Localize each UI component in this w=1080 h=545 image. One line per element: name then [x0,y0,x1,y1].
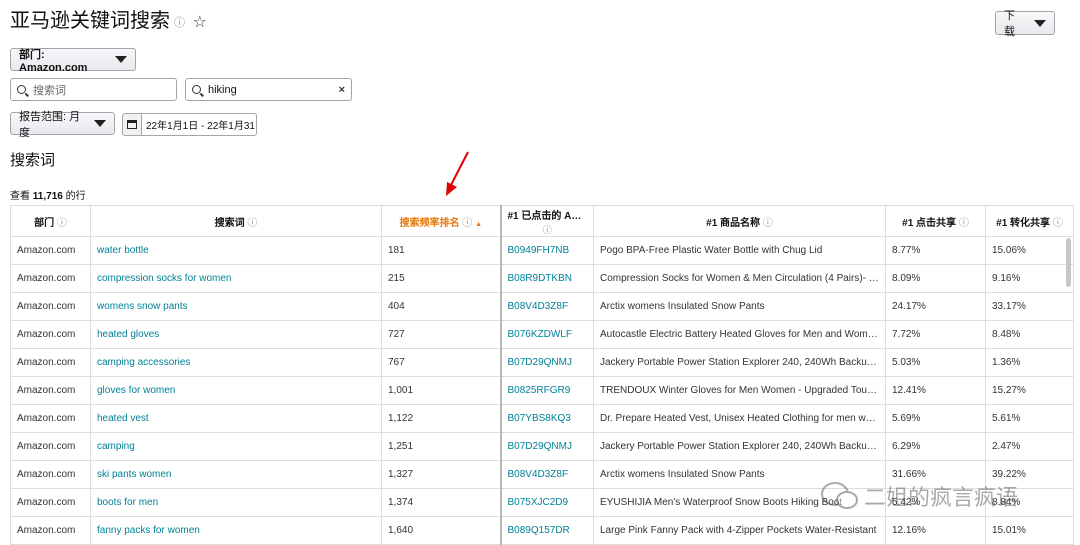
wechat-icon [821,482,858,509]
annotation-arrow [446,151,469,196]
watermark-text: 二姐的疯言疯语 [864,485,1019,510]
watermark: 二姐的疯言疯语 [820,480,1018,512]
